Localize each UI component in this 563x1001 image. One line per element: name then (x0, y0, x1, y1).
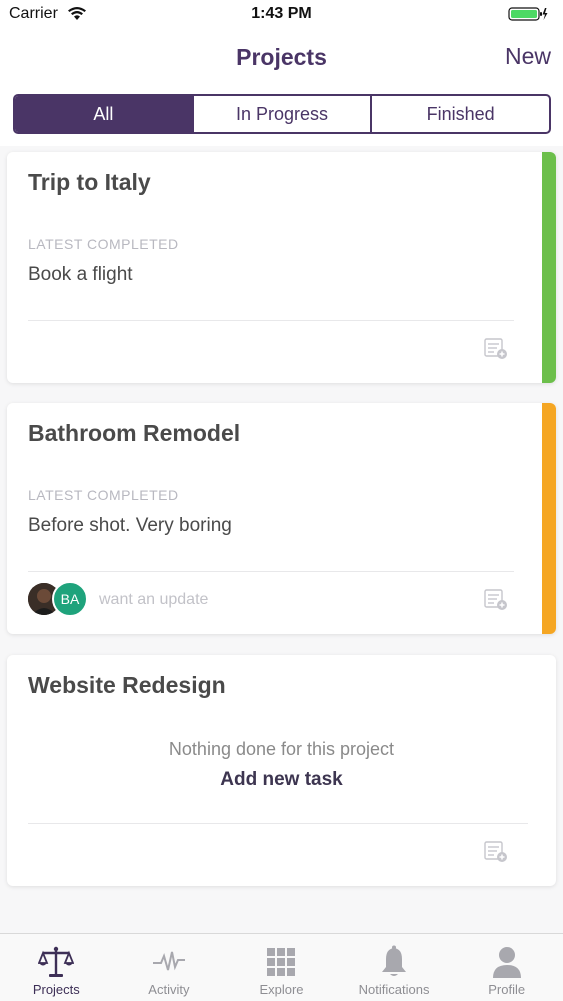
add-new-task-button[interactable]: Add new task (7, 769, 556, 791)
tab-explore[interactable]: Explore (225, 934, 338, 1001)
tab-label: Activity (148, 982, 190, 997)
latest-completed-value: Before shot. Very boring (28, 515, 232, 536)
segment-in-progress[interactable]: In Progress (191, 96, 371, 132)
battery-icon (508, 6, 548, 27)
card-divider (28, 571, 514, 572)
filter-segmented-control: All In Progress Finished (13, 94, 551, 134)
add-task-list-icon[interactable] (484, 589, 508, 616)
filter-bar: All In Progress Finished (0, 84, 563, 146)
tab-profile[interactable]: Profile (450, 934, 563, 1001)
nav-bar: Projects New (0, 30, 563, 84)
tab-label: Profile (488, 982, 526, 997)
tab-projects[interactable]: Projects (0, 934, 113, 1001)
status-bar: Carrier 1:43 PM (0, 0, 563, 30)
tab-activity[interactable]: Activity (113, 934, 226, 1001)
latest-completed-label: LATEST COMPLETED (28, 236, 179, 252)
project-card-website-redesign[interactable]: Website Redesign Nothing done for this p… (7, 655, 556, 886)
tab-label: Explore (259, 982, 304, 997)
tab-label: Projects (32, 982, 80, 997)
pulse-icon (151, 944, 187, 980)
card-divider (28, 823, 528, 824)
segment-finished[interactable]: Finished (370, 96, 549, 132)
status-time: 1:43 PM (251, 5, 312, 22)
tab-bar: Projects Activity Explore Notifications … (0, 933, 563, 1001)
grid-icon (263, 944, 299, 980)
want-update-link[interactable]: want an update (99, 591, 208, 609)
project-title: Trip to Italy (28, 169, 151, 195)
page-title: Projects (236, 44, 327, 70)
tab-label: Notifications (358, 982, 430, 997)
tab-notifications[interactable]: Notifications (338, 934, 451, 1001)
project-title: Bathroom Remodel (28, 420, 241, 446)
status-stripe (542, 403, 556, 634)
add-task-list-icon[interactable] (484, 841, 508, 868)
scales-icon (38, 944, 75, 980)
new-project-button[interactable]: New (505, 43, 551, 70)
status-stripe (542, 152, 556, 383)
latest-completed-label: LATEST COMPLETED (28, 487, 179, 503)
empty-state-text: Nothing done for this project (168, 739, 395, 759)
person-icon (489, 944, 525, 980)
segment-all[interactable]: All (15, 96, 192, 132)
project-card-bathroom-remodel[interactable]: Bathroom Remodel LATEST COMPLETED Before… (7, 403, 556, 634)
add-task-list-icon[interactable] (484, 338, 508, 365)
bell-icon (376, 944, 412, 980)
latest-completed-value: Book a flight (28, 264, 133, 285)
member-avatar-initials: BA (52, 581, 88, 617)
project-title: Website Redesign (28, 672, 226, 698)
card-divider (28, 320, 514, 321)
project-card-trip-to-italy[interactable]: Trip to Italy LATEST COMPLETED Book a fl… (7, 152, 556, 383)
